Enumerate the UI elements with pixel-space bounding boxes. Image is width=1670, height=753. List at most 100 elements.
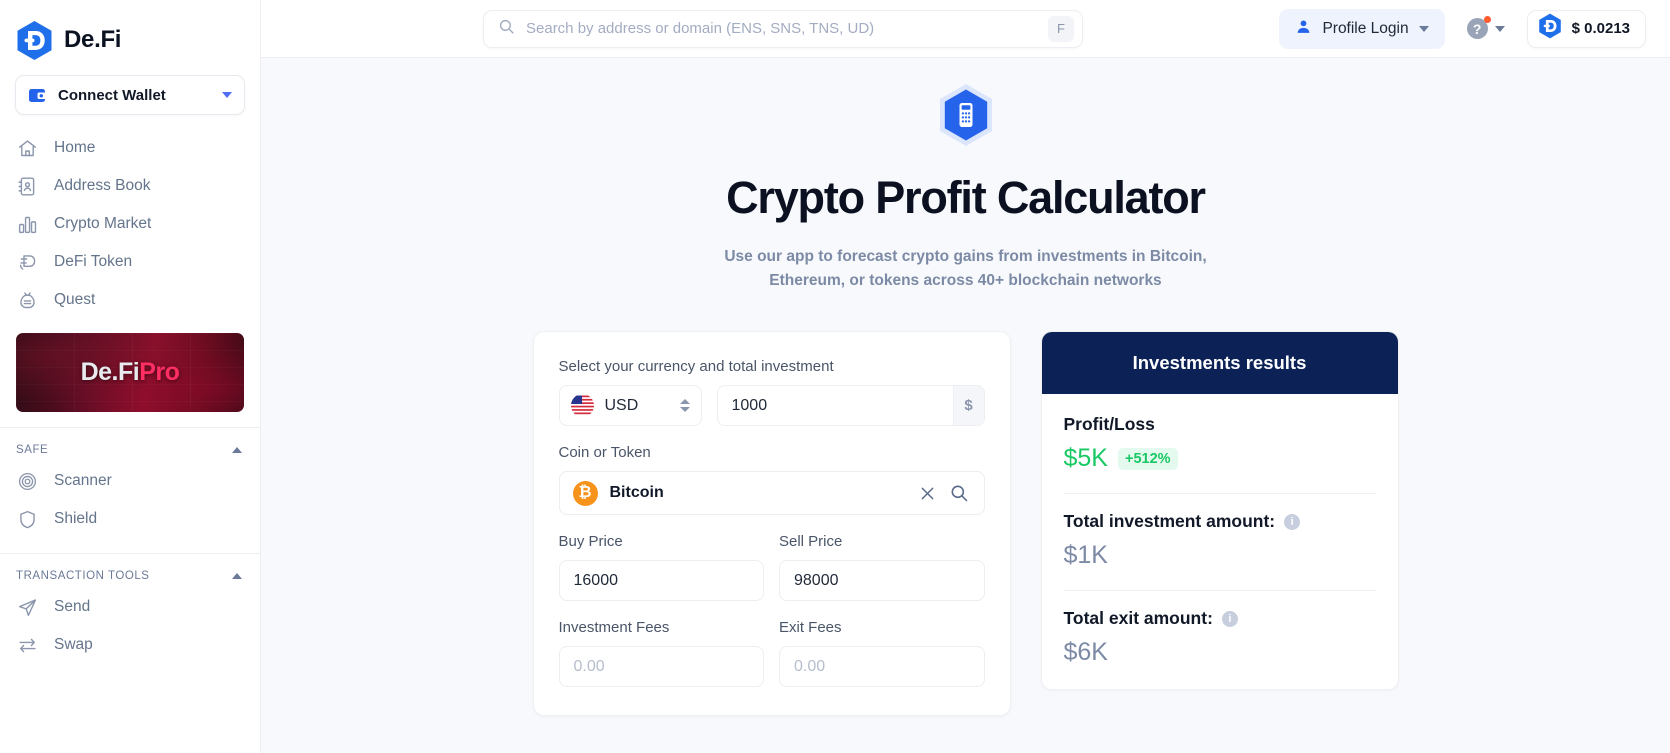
investment-amount-input[interactable] (717, 386, 953, 426)
sidebar-item-label: Home (54, 139, 96, 156)
calculator-form-card: Select your currency and total investmen… (532, 331, 1011, 717)
sidebar-nav: Home Address Book Crypto Market DeFi Tok… (0, 115, 260, 319)
connect-wallet-label: Connect Wallet (58, 86, 166, 104)
currency-stepper-icon[interactable] (679, 399, 690, 413)
info-icon[interactable]: i (1284, 513, 1301, 530)
profit-loss-percent-badge: +512% (1117, 447, 1178, 470)
calculator-icon (938, 84, 994, 146)
sidebar-item-shield[interactable]: Shield (0, 500, 260, 538)
currency-suffix: $ (952, 386, 984, 426)
total-exit-value: $6K (1063, 638, 1108, 667)
scanner-target-icon (16, 470, 38, 492)
sell-price-input[interactable] (780, 561, 984, 601)
currency-code: USD (604, 396, 639, 414)
address-book-icon (16, 175, 38, 197)
investment-fees-input[interactable] (559, 647, 764, 687)
chevron-down-icon (1418, 25, 1429, 32)
sidebar-section-safe-header[interactable]: SAFE (0, 428, 260, 462)
page-content: Crypto Profit Calculator Use our app to … (261, 58, 1670, 753)
sidebar-section-title: TRANSACTION TOOLS (16, 570, 150, 582)
chevron-down-icon (1494, 25, 1505, 32)
defi-token-icon (16, 251, 38, 273)
global-search[interactable]: F (483, 9, 1083, 48)
bar-chart-icon (16, 213, 38, 235)
exit-fees-label: Exit Fees (779, 619, 842, 637)
price-inputs-row: $ $ (558, 560, 985, 602)
send-paper-plane-icon (16, 596, 38, 618)
profit-loss-value: $5K (1063, 444, 1108, 473)
main-area: F Profile Login ? (261, 0, 1670, 753)
profile-login-label: Profile Login (1322, 19, 1409, 37)
sidebar-section-transaction-tools-header[interactable]: TRANSACTION TOOLS (0, 554, 260, 588)
defi-token-price-value: $ 0.0213 (1571, 20, 1630, 37)
help-menu[interactable]: ? (1466, 16, 1505, 39)
sidebar-item-home[interactable]: Home (0, 129, 260, 167)
connect-wallet-button[interactable]: Connect Wallet (15, 75, 245, 115)
info-icon[interactable]: i (1221, 610, 1238, 627)
sidebar-item-defi-token[interactable]: DeFi Token (0, 243, 260, 281)
currency-select[interactable]: USD (558, 385, 702, 427)
promo-text-white: De.Fi (80, 358, 140, 386)
user-icon (1295, 18, 1312, 40)
divider (1063, 590, 1376, 592)
sidebar-section-title: SAFE (16, 444, 49, 456)
sidebar: De.Fi Connect Wallet Home Address Book C… (0, 0, 261, 753)
promo-text-pink: Pro (139, 358, 180, 386)
stepper-down-icon (679, 407, 690, 413)
sidebar-item-address-book[interactable]: Address Book (0, 167, 260, 205)
brand[interactable]: De.Fi (0, 0, 260, 62)
brand-name: De.Fi (64, 26, 122, 53)
page-title: Crypto Profit Calculator (726, 172, 1206, 223)
sidebar-item-label: Address Book (54, 177, 151, 194)
home-icon (16, 137, 38, 159)
profile-login-button[interactable]: Profile Login (1279, 8, 1445, 49)
app-root: De.Fi Connect Wallet Home Address Book C… (0, 0, 1670, 753)
investment-results-card: Investments results Profit/Loss $5K +512… (1040, 331, 1399, 691)
wallet-icon (28, 87, 47, 104)
fees-labels-row: Investment Fees Exit Fees (559, 619, 985, 636)
results-body: Profit/Loss $5K +512% Total investment a… (1042, 394, 1398, 689)
page-subtitle-line2: Ethereum, or tokens across 40+ blockchai… (769, 272, 1162, 290)
defi-pro-promo-banner[interactable]: De.FiPro (16, 333, 244, 412)
exit-fees-input[interactable] (780, 647, 984, 687)
buy-price-input[interactable] (559, 561, 764, 601)
chevron-up-icon[interactable] (232, 573, 242, 579)
sell-price-group[interactable]: $ (779, 560, 985, 602)
sidebar-item-label: Scanner (54, 472, 112, 489)
chevron-up-icon[interactable] (232, 447, 242, 453)
search-input[interactable] (526, 20, 1037, 37)
results-header: Investments results (1041, 332, 1398, 395)
total-investment-label-row: Total investment amount: i (1064, 511, 1376, 532)
page-subtitle: Use our app to forecast crypto gains fro… (261, 245, 1670, 293)
defi-hexagon-logo-icon (16, 20, 53, 61)
investment-amount-group[interactable]: $ (716, 385, 985, 427)
coin-token-field[interactable]: ₿ Bitcoin (558, 471, 985, 516)
sidebar-item-crypto-market[interactable]: Crypto Market (0, 205, 260, 243)
page-subtitle-line1: Use our app to forecast crypto gains fro… (724, 248, 1207, 265)
us-flag-icon (570, 394, 594, 418)
sidebar-item-swap[interactable]: Swap (0, 626, 260, 664)
sell-price-label: Sell Price (779, 533, 843, 551)
sidebar-item-send[interactable]: Send (0, 588, 260, 626)
buy-price-label: Buy Price (558, 533, 623, 551)
buy-price-group[interactable]: $ (558, 560, 764, 602)
investment-fees-label: Investment Fees (558, 619, 670, 637)
close-icon[interactable] (918, 484, 937, 503)
sidebar-item-label: DeFi Token (54, 253, 133, 270)
question-mark-icon: ? (1466, 16, 1491, 39)
search-icon[interactable] (949, 483, 969, 503)
search-icon (498, 18, 515, 40)
defi-token-price-button[interactable]: $ 0.0213 (1526, 9, 1646, 48)
defi-token-hexagon-icon (1538, 13, 1562, 44)
investment-fees-group[interactable]: $ (558, 646, 764, 688)
coin-field-label: Coin or Token (558, 444, 651, 462)
sidebar-item-quest[interactable]: Quest (0, 281, 260, 319)
topbar: F Profile Login ? (261, 0, 1670, 58)
coin-token-name: Bitcoin (609, 484, 664, 502)
swap-arrows-icon (16, 634, 38, 656)
currency-row: USD $ (558, 385, 985, 427)
total-exit-label-row: Total exit amount: i (1064, 608, 1376, 629)
exit-fees-group[interactable]: $ (779, 646, 985, 688)
total-investment-label: Total investment amount: (1063, 511, 1276, 532)
sidebar-item-scanner[interactable]: Scanner (0, 462, 260, 500)
